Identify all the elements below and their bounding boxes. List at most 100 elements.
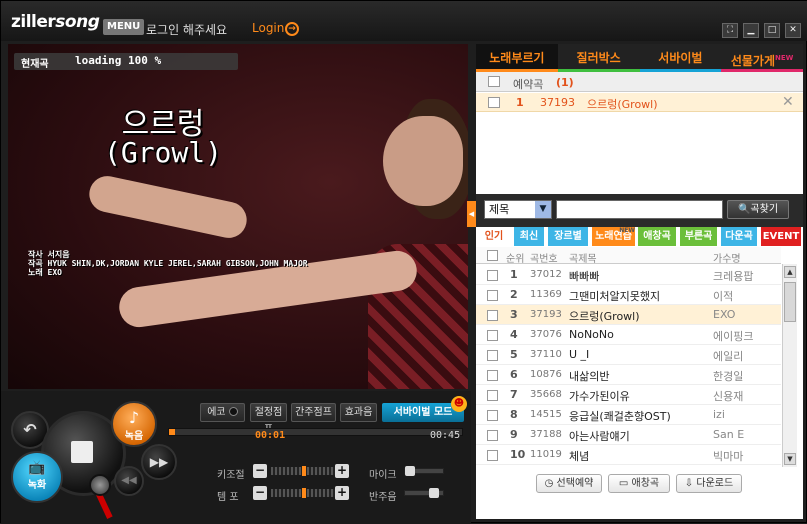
table-row[interactable]: 4 37076 NoNoNo 에이핑크 xyxy=(476,325,781,345)
app-logo: zillersong xyxy=(11,12,100,32)
record-audio-label: 녹음 xyxy=(124,431,144,442)
record-video-button[interactable]: 📺 녹화 xyxy=(11,451,63,503)
key-label: 키조절 xyxy=(217,470,245,481)
row-checkbox[interactable] xyxy=(487,290,498,301)
tempo-plus-button[interactable]: + xyxy=(335,486,349,500)
maximize-icon[interactable]: □ xyxy=(764,23,780,38)
fx-sound-effect-button[interactable]: 효과음 xyxy=(340,403,377,422)
cat-practice[interactable]: 노래연습 NEW xyxy=(592,227,635,246)
rewind-icon[interactable]: ◀◀ xyxy=(114,466,144,496)
th-rank: 순위 xyxy=(506,254,525,265)
table-row[interactable]: 5 37110 U _I 에일리 xyxy=(476,345,781,365)
song-list-scrollbar[interactable]: ▲ ▼ xyxy=(782,264,797,467)
row-checkbox[interactable] xyxy=(487,410,498,421)
credit-singer: 노래 EXO xyxy=(28,268,62,277)
row-title: 으르렁(Growl) xyxy=(569,310,640,323)
tempo-slider-knob[interactable] xyxy=(302,488,306,498)
reservation-row[interactable]: 1 37193 으르렁(Growl) ✕ xyxy=(476,93,803,112)
loading-text: loading 100 % xyxy=(75,54,162,67)
table-row[interactable]: 1 37012 빠빠빠 크레용팝 xyxy=(476,265,781,285)
row-checkbox[interactable] xyxy=(487,270,498,281)
playback-progress-fill xyxy=(169,429,175,435)
row-checkbox[interactable] xyxy=(487,370,498,381)
close-icon[interactable]: ✕ xyxy=(785,23,801,38)
reservation-row-title: 으르렁(Growl) xyxy=(587,98,658,111)
fast-forward-icon[interactable]: ▶▶ xyxy=(141,444,177,480)
row-checkbox[interactable] xyxy=(487,330,498,341)
lock-icon[interactable] xyxy=(488,97,500,108)
arrow-right-icon[interactable]: → xyxy=(285,22,299,36)
reservation-count: (1) xyxy=(556,76,574,89)
row-code: 10876 xyxy=(530,369,562,380)
chevron-down-icon[interactable]: ▼ xyxy=(535,201,551,218)
mic-volume-knob[interactable] xyxy=(405,466,415,476)
row-rank: 4 xyxy=(510,328,518,341)
cat-genre[interactable]: 장르별 xyxy=(548,227,588,246)
record-audio-button[interactable]: ♪ 녹음 xyxy=(111,401,157,447)
table-row[interactable]: 8 14515 응급실(쾌걸춘향OST) izi xyxy=(476,405,781,425)
scroll-thumb[interactable] xyxy=(784,282,796,322)
fullscreen-icon[interactable]: ⛶ xyxy=(722,23,738,38)
table-row[interactable]: 7 35668 가수가된이유 신용재 xyxy=(476,385,781,405)
row-checkbox[interactable] xyxy=(487,350,498,361)
cat-favorite[interactable]: 애창곡 xyxy=(638,227,676,246)
row-checkbox[interactable] xyxy=(487,310,498,321)
tab-box[interactable]: 질러박스 xyxy=(557,44,640,72)
reserve-selected-button[interactable]: ◷ 선택예약 xyxy=(536,474,602,493)
tab-sing[interactable]: 노래부르기 xyxy=(476,44,558,72)
menu-button[interactable]: MENU xyxy=(103,19,145,35)
table-row[interactable]: 6 10876 내삶의반 한경일 xyxy=(476,365,781,385)
record-video-label: 녹화 xyxy=(27,480,47,491)
table-row[interactable]: 3 37193 으르렁(Growl) EXO xyxy=(476,305,781,325)
add-favorite-button[interactable]: ▭ 애창곡 xyxy=(608,474,670,493)
cat-new[interactable]: 최신 xyxy=(514,227,544,246)
stop-button[interactable] xyxy=(71,441,93,463)
reservation-row-code: 37193 xyxy=(540,96,575,109)
login-link[interactable]: Login xyxy=(252,21,284,35)
key-plus-button[interactable]: + xyxy=(335,464,349,478)
search-field-select[interactable]: 제목 ▼ xyxy=(484,200,552,219)
fx-climax-jump-button[interactable]: 절정점프 xyxy=(250,403,287,435)
cat-sung[interactable]: 부른곡 xyxy=(680,227,717,246)
row-title: 빠빠빠 xyxy=(569,270,600,283)
echo-button[interactable]: 에코 xyxy=(200,403,245,422)
table-row[interactable]: 9 37188 아는사람얘기 San E xyxy=(476,425,781,445)
accomp-volume-knob[interactable] xyxy=(429,488,439,498)
tempo-minus-button[interactable]: − xyxy=(253,486,267,500)
row-checkbox[interactable] xyxy=(487,390,498,401)
download-button[interactable]: ⇩ 다운로드 xyxy=(676,474,742,493)
table-row[interactable]: 10 11019 체념 빅마마 xyxy=(476,445,781,465)
cat-downloaded[interactable]: 다운곡 xyxy=(721,227,757,246)
scroll-up-icon[interactable]: ▲ xyxy=(784,266,796,278)
row-title: 아는사람얘기 xyxy=(569,430,630,443)
key-minus-button[interactable]: − xyxy=(253,464,267,478)
right-panel: 노래부르기 질러박스 서바이벌 선물가게NEW 예약곡 (1) 1 37193 … xyxy=(476,44,803,519)
row-checkbox[interactable] xyxy=(487,430,498,441)
lyric-song-subtitle: (Growl) xyxy=(103,136,222,169)
remove-icon[interactable]: ✕ xyxy=(782,94,794,110)
key-slider-knob[interactable] xyxy=(302,466,306,476)
select-all-checkbox[interactable] xyxy=(487,250,498,261)
search-input[interactable] xyxy=(556,200,723,219)
minimize-icon[interactable]: ▁ xyxy=(743,23,759,38)
th-code: 곡번호 xyxy=(530,254,558,265)
table-row[interactable]: 2 11369 그땐미처알지못했지 이적 xyxy=(476,285,781,305)
panel-collapse-icon[interactable]: ◀ xyxy=(467,201,476,227)
now-playing-label: 현재곡 xyxy=(21,59,49,70)
row-code: 37188 xyxy=(530,429,562,440)
credit-composer: 작곡 HYUK SHIN,DK,JORDAN KYLE JEREL,SARAH … xyxy=(28,259,308,268)
cat-popular[interactable]: 인기 xyxy=(480,227,508,246)
fx-interlude-jump-button[interactable]: 간주점프 xyxy=(291,403,336,422)
scroll-down-icon[interactable]: ▼ xyxy=(784,453,796,465)
lock-icon[interactable] xyxy=(488,76,500,87)
table-header: 순위 곡번호 곡제목 가수명 xyxy=(476,247,781,265)
tab-survival[interactable]: 서바이벌 xyxy=(639,44,722,72)
video-player[interactable]: 현재곡 loading 100 % 으르렁 (Growl) 작사 서지음 작곡 … xyxy=(8,44,468,389)
row-checkbox[interactable] xyxy=(487,450,498,461)
search-button[interactable]: 🔍곡찾기 xyxy=(727,200,789,219)
song-credits: 작사 서지음 작곡 HYUK SHIN,DK,JORDAN KYLE JEREL… xyxy=(28,250,308,277)
emoji-icon: ☻ xyxy=(451,396,467,412)
tab-gift-shop[interactable]: 선물가게NEW xyxy=(721,44,803,72)
cat-event[interactable]: EVENT xyxy=(761,227,801,246)
playback-progress[interactable] xyxy=(168,428,463,436)
